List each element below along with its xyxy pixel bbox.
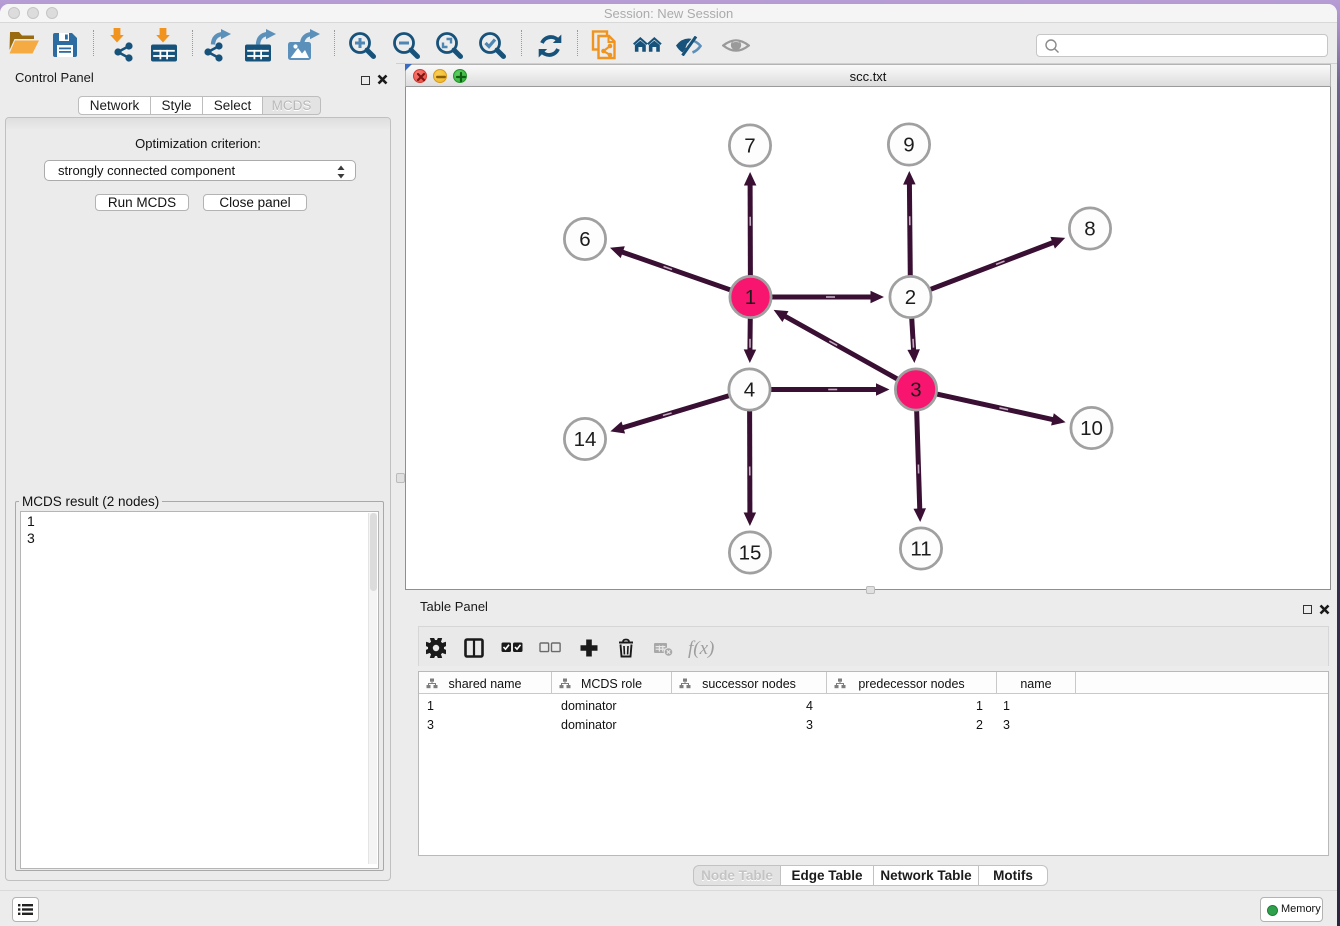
svg-text:10: 10 bbox=[1080, 417, 1103, 440]
svg-text:7: 7 bbox=[744, 135, 755, 158]
svg-text:3: 3 bbox=[910, 379, 921, 402]
svg-text:14: 14 bbox=[574, 428, 597, 451]
svg-text:9: 9 bbox=[903, 134, 914, 157]
svg-text:1: 1 bbox=[745, 286, 756, 309]
svg-text:f(x): f(x) bbox=[688, 638, 714, 659]
svg-text:11: 11 bbox=[910, 538, 931, 561]
svg-text:8: 8 bbox=[1084, 218, 1095, 241]
svg-text:2: 2 bbox=[905, 286, 916, 309]
svg-text:6: 6 bbox=[579, 228, 590, 251]
svg-text:15: 15 bbox=[739, 542, 762, 565]
svg-text:4: 4 bbox=[744, 379, 755, 402]
